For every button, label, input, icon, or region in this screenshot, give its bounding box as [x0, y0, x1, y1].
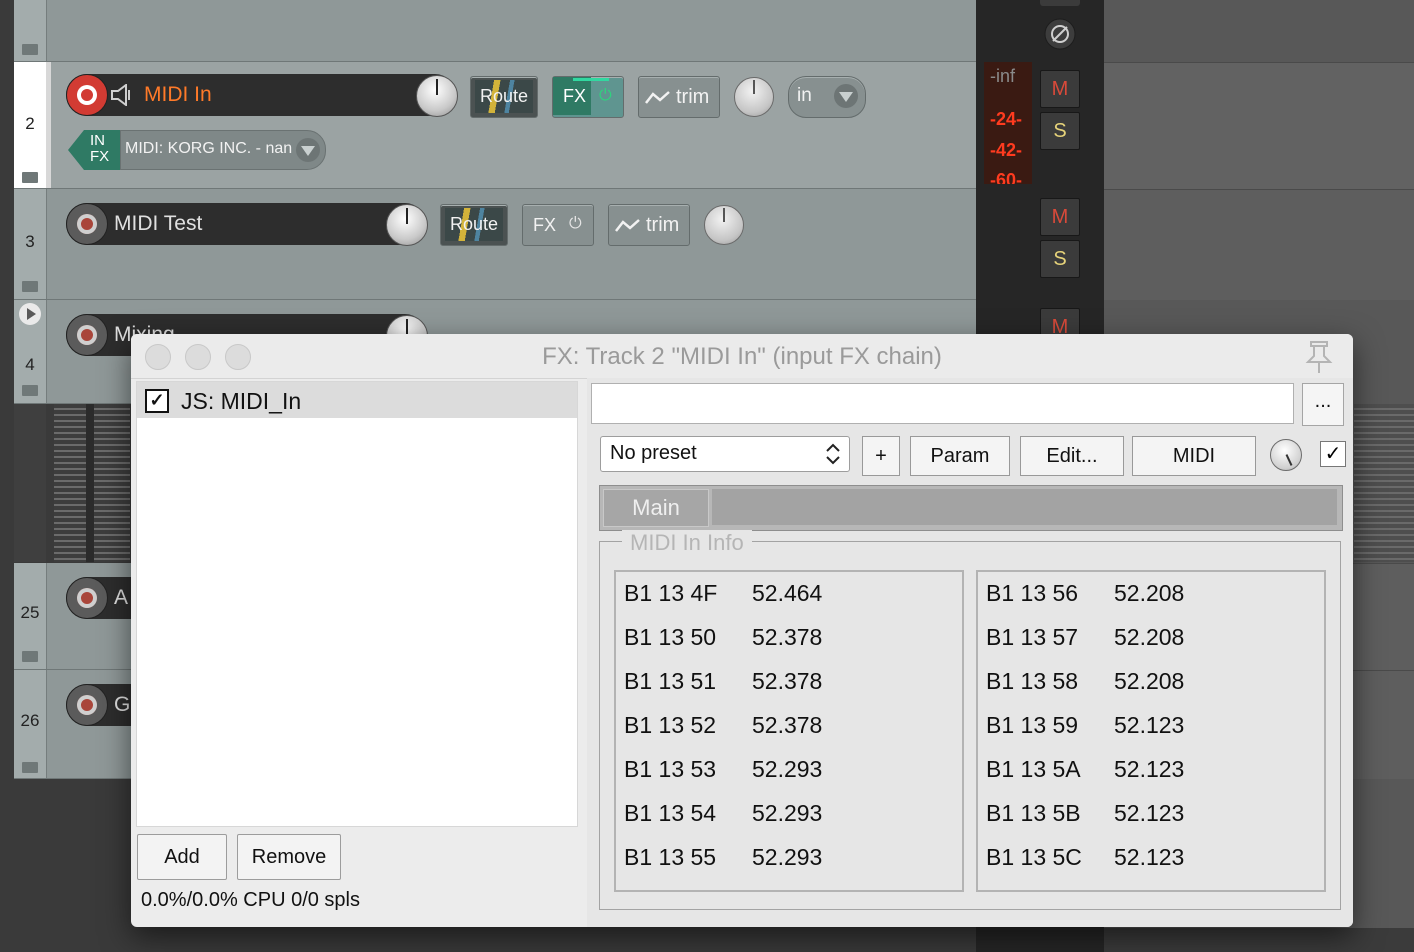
power-icon: ⏻ [599, 87, 612, 104]
phase-invert-icon[interactable] [1044, 18, 1076, 50]
info-column-right: B1 13 56 52.208 B1 13 57 52.208 B1 13 58 52… [976, 570, 1326, 892]
track-number-box: 26 [14, 670, 47, 778]
envelope-icon [645, 91, 670, 104]
track-number-box: 4 [14, 300, 47, 403]
plugin-name: JS: MIDI_In [181, 388, 302, 414]
track-name-box[interactable]: MIDI In [66, 74, 458, 117]
plugin-ui-pane: ... No preset + Param Edit... MIDI ✓ Mai… [587, 378, 1353, 927]
track-number: 2 [25, 114, 35, 133]
track-name[interactable]: A [114, 586, 128, 610]
route-label: Route [479, 86, 529, 106]
fx-label: FX [533, 215, 557, 235]
track-number-box: 3 [14, 189, 47, 299]
mute-button[interactable]: M [1040, 198, 1080, 236]
cpu-usage-text: 0.0%/0.0% CPU 0/0 spls [141, 889, 360, 911]
window-titlebar[interactable]: FX: Track 2 "MIDI In" (input FX chain) [131, 334, 1353, 379]
track-name[interactable]: MIDI Test [114, 212, 202, 236]
input-label: in [797, 85, 812, 106]
solo-button[interactable]: S [1040, 240, 1080, 278]
bypass-checkbox[interactable]: ✓ [1320, 441, 1346, 467]
track-number-box: 25 [14, 563, 47, 669]
track-name-box[interactable]: MIDI Test [66, 203, 428, 246]
trim-button[interactable]: trim [638, 76, 720, 118]
input-fx-badge[interactable]: IN FX [68, 130, 124, 170]
track-name[interactable]: MIDI In [144, 83, 212, 107]
fx-label: FX [563, 86, 587, 106]
record-arm-button[interactable] [66, 203, 108, 245]
track-name[interactable]: G [114, 693, 130, 717]
track-number: 26 [20, 711, 40, 730]
track-number-box [14, 0, 47, 61]
route-button[interactable]: Route [470, 76, 538, 118]
folder-icon[interactable] [22, 281, 38, 292]
tab-main[interactable]: Main [603, 489, 709, 527]
preset-select[interactable]: No preset [600, 436, 850, 472]
add-button[interactable]: Add [137, 834, 227, 880]
volume-knob[interactable] [416, 75, 458, 117]
track-number: 3 [25, 232, 35, 251]
fx-button[interactable]: FX ⏻ [552, 76, 624, 118]
chevron-down-icon [834, 84, 858, 108]
trim-label: trim [646, 214, 680, 236]
tab-strip: Main [599, 485, 1343, 531]
plugin-list-item[interactable]: ✓ JS: MIDI_In [137, 382, 577, 418]
play-circle-icon[interactable] [18, 302, 42, 326]
track-number: 4 [25, 355, 35, 374]
folder-icon[interactable] [22, 762, 38, 773]
folder-icon[interactable] [22, 385, 38, 396]
record-arm-button[interactable] [66, 314, 108, 356]
preset-value: No preset [610, 442, 697, 464]
track-row-2[interactable]: 2 MIDI In Route FX ⏻ trim in IN FX MIDI:… [14, 62, 976, 189]
solo-button[interactable]: S [1040, 112, 1080, 150]
record-arm-button[interactable] [66, 74, 108, 116]
track-number: 25 [20, 603, 40, 622]
midi-button[interactable]: MIDI [1132, 436, 1256, 476]
midi-info-group: MIDI In Info B1 13 4F 52.464 B1 13 50 52.3… [599, 530, 1341, 910]
chevron-down-icon [296, 138, 320, 162]
fx-button[interactable]: FX ⏻ [522, 204, 594, 246]
pan-knob[interactable] [734, 77, 774, 117]
record-arm-button[interactable] [66, 577, 108, 619]
plugin-enable-checkbox[interactable]: ✓ [145, 389, 169, 413]
window-title: FX: Track 2 "MIDI In" (input FX chain) [542, 343, 942, 370]
plugin-list[interactable]: ✓ JS: MIDI_In [136, 381, 578, 827]
info-column-left: B1 13 4F 52.464 B1 13 50 52.378 B1 13 51 52… [614, 570, 964, 892]
fx-chain-window[interactable]: FX: Track 2 "MIDI In" (input FX chain) ✓… [131, 334, 1353, 927]
updown-chevron-icon [826, 443, 840, 465]
input-select[interactable]: in [788, 76, 866, 118]
remove-button[interactable]: Remove [237, 834, 341, 880]
track-row-1[interactable] [14, 0, 976, 62]
record-arm-button[interactable] [66, 684, 108, 726]
trim-label: trim [676, 86, 710, 108]
input-device-label: MIDI: KORG INC. - nan [125, 140, 293, 157]
add-preset-button[interactable]: + [862, 436, 900, 476]
trim-button[interactable]: trim [608, 204, 690, 246]
param-button[interactable]: Param [910, 436, 1010, 476]
power-icon: ⏻ [569, 215, 582, 232]
input-device-select[interactable]: MIDI: KORG INC. - nan [120, 130, 326, 170]
selection-indicator [46, 62, 51, 188]
route-button[interactable]: Route [440, 204, 508, 246]
plugin-search-input[interactable] [591, 383, 1294, 424]
meter-peak: -inf [990, 66, 1016, 86]
volume-knob[interactable] [386, 204, 428, 246]
folder-icon[interactable] [22, 651, 38, 662]
track-meter: -inf -24- -42- -60- [984, 62, 1032, 184]
pan-knob[interactable] [704, 205, 744, 245]
folder-icon[interactable] [22, 172, 38, 183]
track-row-3[interactable]: 3 MIDI Test Route FX ⏻ trim [14, 189, 976, 300]
wet-mix-knob[interactable] [1270, 439, 1302, 471]
track-number-box: 2 [14, 62, 47, 188]
mute-button[interactable]: M [1040, 70, 1080, 108]
edit-button[interactable]: Edit... [1020, 436, 1124, 476]
group-title: MIDI In Info [622, 530, 752, 556]
folder-icon[interactable] [22, 44, 38, 55]
speaker-icon[interactable] [110, 84, 136, 106]
envelope-icon [615, 219, 640, 232]
more-button[interactable]: ... [1302, 383, 1344, 426]
pin-icon[interactable] [1303, 340, 1335, 374]
route-label: Route [449, 214, 499, 234]
